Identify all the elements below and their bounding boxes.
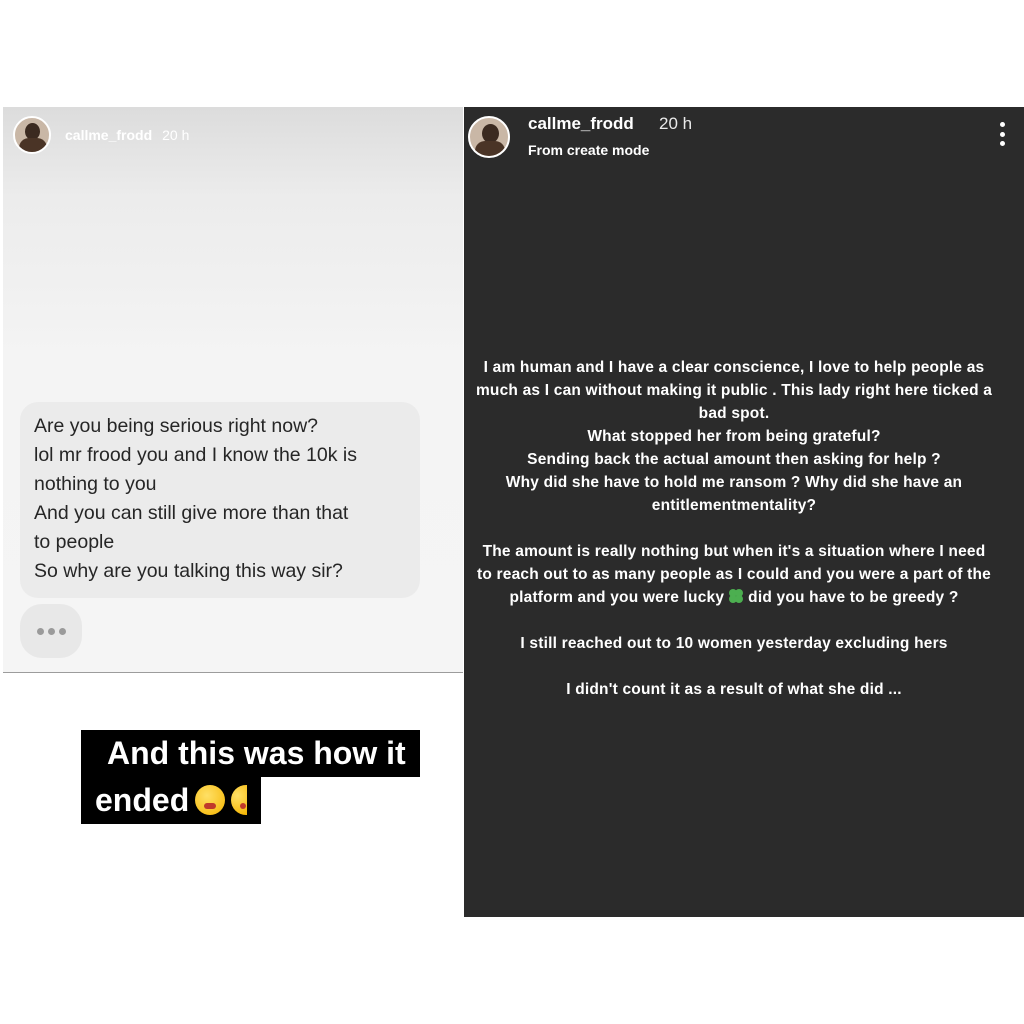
- message-line: to people: [34, 531, 115, 553]
- caption-line-2-text: ended: [95, 782, 190, 818]
- message-line: lol mr frood you and I know the 10k is: [34, 444, 357, 466]
- message-line: Are you being serious right now?: [34, 415, 318, 437]
- timestamp: 20 h: [659, 114, 693, 133]
- four-leaf-clover-icon: [727, 589, 745, 603]
- timestamp: 20 h: [162, 127, 190, 143]
- username[interactable]: callme_frodd: [65, 127, 152, 143]
- right-story-panel: callme_frodd 20 h From create mode I am …: [464, 107, 1024, 917]
- story-text: I am human and I have a clear conscience…: [474, 356, 994, 701]
- message-line: So why are you talking this way sir?: [34, 560, 343, 582]
- typing-indicator: [20, 604, 82, 658]
- message-bubble: Are you being serious right now? lol mr …: [20, 402, 420, 598]
- face-with-steam-icon: [195, 785, 226, 815]
- story-paragraph-1: I am human and I have a clear conscience…: [475, 359, 993, 514]
- username[interactable]: callme_frodd: [528, 114, 634, 134]
- avatar[interactable]: [468, 116, 510, 158]
- caption-line-1: And this was how it: [81, 730, 420, 777]
- story-paragraph-3: I still reached out to 10 women yesterda…: [520, 635, 948, 652]
- story-header: callme_frodd 20 h: [13, 113, 189, 157]
- story-caption: And this was how it ended: [81, 730, 463, 824]
- avatar[interactable]: [13, 116, 51, 154]
- caption-line-2: ended: [81, 777, 262, 824]
- message-line: And you can still give more than that: [34, 502, 349, 524]
- story-header: callme_frodd 20 h From create mode: [464, 107, 1024, 167]
- left-story-panel: callme_frodd 20 h Are you being serious …: [3, 107, 463, 917]
- story-subtitle: From create mode: [528, 142, 650, 158]
- story-paragraph-4: I didn't count it as a result of what sh…: [566, 681, 902, 698]
- message-line: nothing to you: [34, 473, 157, 495]
- story-paragraph-2: The amount is really nothing but when it…: [476, 543, 991, 606]
- more-options-icon[interactable]: [998, 122, 1006, 146]
- face-with-steam-icon: [231, 785, 248, 815]
